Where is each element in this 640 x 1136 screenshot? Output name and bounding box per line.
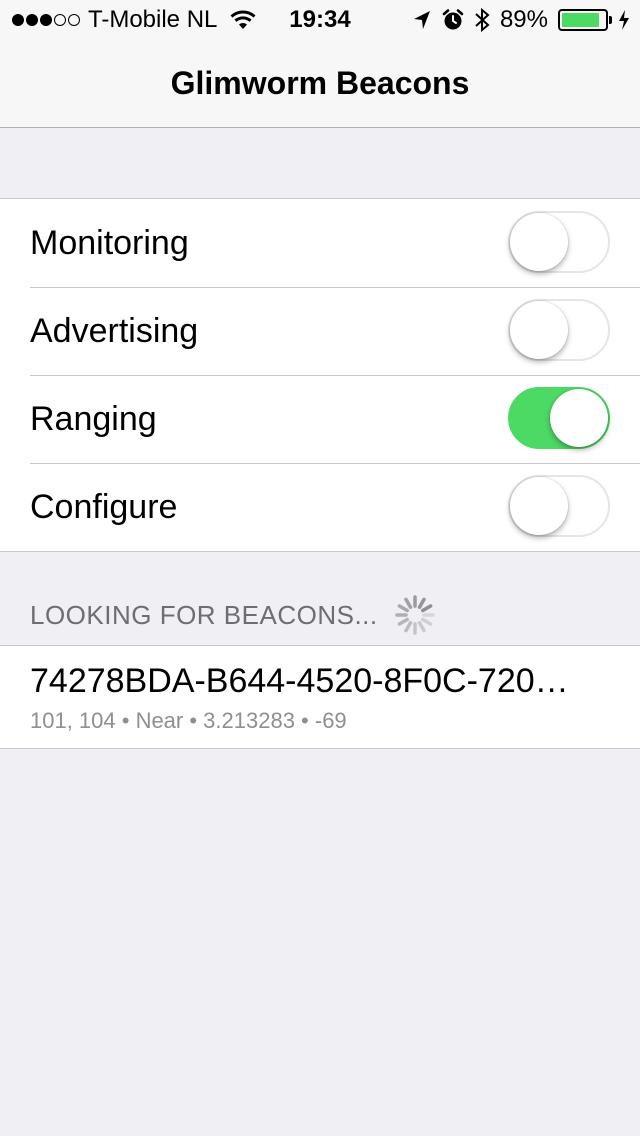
- ranging-label: Ranging: [30, 399, 157, 438]
- status-bar-right: 89%: [412, 0, 630, 40]
- signal-dot: [68, 14, 80, 26]
- signal-dot: [54, 14, 66, 26]
- signal-dot: [40, 14, 52, 26]
- spinner-spoke: [403, 621, 412, 633]
- configure-toggle[interactable]: [508, 475, 610, 537]
- section-header-label: LOOKING FOR BEACONS...: [30, 599, 378, 630]
- wifi-icon: [230, 10, 256, 29]
- page-title: Glimworm Beacons: [170, 65, 470, 101]
- toggle-knob: [550, 389, 608, 447]
- signal-strength-icon: [12, 14, 80, 26]
- advertising-label: Advertising: [30, 311, 199, 350]
- loading-spinner-icon: [394, 595, 435, 635]
- toggle-knob: [510, 213, 568, 271]
- configure-label: Configure: [30, 487, 178, 526]
- beacon-uuid: 74278BDA-B644-4520-8F0C-720…: [30, 662, 569, 700]
- battery-level-fill: [562, 13, 600, 27]
- spinner-spoke: [403, 597, 412, 609]
- battery-percent: 89%: [499, 6, 548, 33]
- location-arrow-icon: [413, 11, 430, 29]
- bluetooth-icon: [475, 7, 490, 33]
- beacon-list: 74278BDA-B644-4520-8F0C-720… 101, 104 • …: [0, 645, 640, 749]
- signal-dot: [12, 14, 24, 26]
- monitoring-label: Monitoring: [30, 223, 189, 262]
- status-bar-left: T-Mobile NL: [12, 0, 257, 40]
- navigation-bar: Glimworm Beacons: [0, 40, 640, 128]
- status-bar: T-Mobile NL 19:34 89%: [0, 0, 640, 40]
- section-header: LOOKING FOR BEACONS...: [30, 594, 436, 636]
- list-item[interactable]: 74278BDA-B644-4520-8F0C-720… 101, 104 • …: [0, 646, 640, 748]
- settings-row-configure: Configure: [0, 463, 640, 551]
- settings-group: Monitoring Advertising Ranging Configure: [0, 198, 640, 552]
- toggle-knob: [510, 477, 568, 535]
- signal-dot: [26, 14, 38, 26]
- monitoring-toggle[interactable]: [508, 211, 610, 273]
- toggle-knob: [510, 301, 568, 359]
- beacon-details: 101, 104 • Near • 3.213283 • -69: [30, 708, 347, 733]
- alarm-icon: [442, 9, 464, 30]
- settings-row-ranging: Ranging: [0, 375, 640, 463]
- settings-row-advertising: Advertising: [0, 287, 640, 375]
- spinner-spoke: [417, 597, 426, 609]
- spinner-spoke: [420, 617, 432, 626]
- spinner-spoke: [420, 604, 432, 613]
- carrier-name: T-Mobile NL: [88, 6, 218, 33]
- charging-bolt-icon: [619, 10, 629, 30]
- spinner-spoke: [417, 621, 426, 633]
- settings-row-monitoring: Monitoring: [0, 199, 640, 287]
- spinner-spoke: [397, 604, 409, 613]
- advertising-toggle[interactable]: [508, 299, 610, 361]
- spinner-spoke: [397, 617, 409, 626]
- battery-icon: [558, 9, 612, 31]
- ranging-toggle[interactable]: [508, 387, 610, 449]
